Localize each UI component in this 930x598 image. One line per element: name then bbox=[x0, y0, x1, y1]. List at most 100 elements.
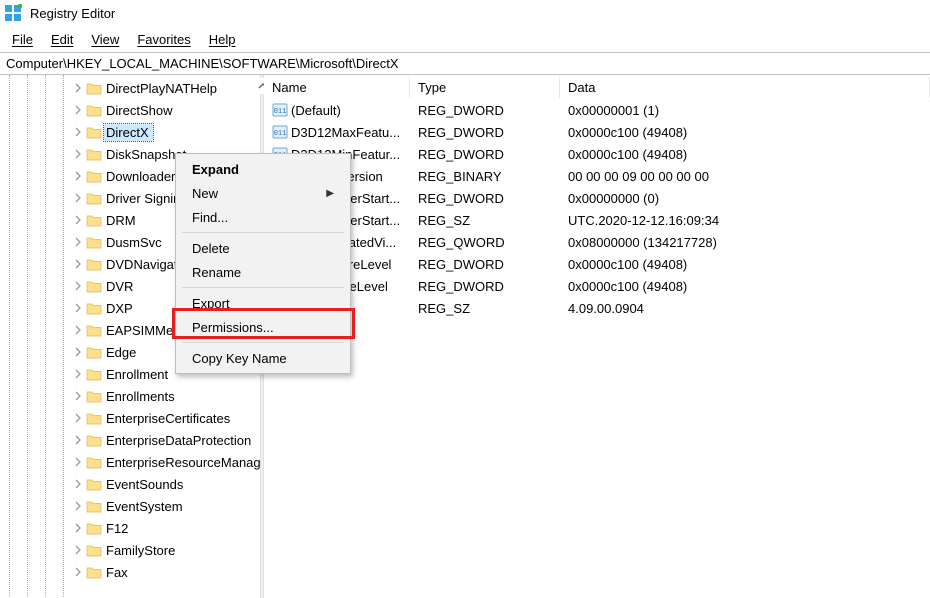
ctx-find[interactable]: Find... bbox=[178, 205, 348, 229]
tree-item[interactable]: DirectShow bbox=[0, 99, 260, 121]
chevron-right-icon[interactable] bbox=[70, 521, 84, 535]
menu-file[interactable]: File bbox=[4, 30, 41, 49]
tree-item[interactable]: F12 bbox=[0, 517, 260, 539]
chevron-right-icon[interactable] bbox=[70, 433, 84, 447]
folder-icon bbox=[86, 499, 102, 513]
ctx-new[interactable]: New▶ bbox=[178, 181, 348, 205]
col-name[interactable]: Name bbox=[264, 77, 410, 98]
tree-label: Enrollments bbox=[104, 388, 179, 405]
menu-view[interactable]: View bbox=[83, 30, 127, 49]
value-data: 00 00 00 09 00 00 00 00 bbox=[560, 167, 930, 186]
chevron-right-icon[interactable] bbox=[70, 169, 84, 183]
ctx-permissions[interactable]: Permissions... bbox=[178, 315, 348, 339]
ctx-expand[interactable]: Expand bbox=[178, 157, 348, 181]
tree-item[interactable]: Enrollments bbox=[0, 385, 260, 407]
tree-label: EnterpriseResourceManager bbox=[104, 454, 260, 471]
folder-icon bbox=[86, 81, 102, 95]
chevron-right-icon[interactable] bbox=[70, 367, 84, 381]
list-row[interactable]: D3D12MinFeatur...REG_DWORD0x0000c100 (49… bbox=[264, 143, 930, 165]
chevron-right-icon[interactable] bbox=[70, 323, 84, 337]
folder-icon bbox=[86, 125, 102, 139]
chevron-right-icon[interactable] bbox=[70, 147, 84, 161]
value-type: REG_DWORD bbox=[410, 123, 560, 142]
folder-icon bbox=[86, 323, 102, 337]
menu-edit[interactable]: Edit bbox=[43, 30, 81, 49]
tree-label: Edge bbox=[104, 344, 140, 361]
value-data: 0x00000001 (1) bbox=[560, 101, 930, 120]
list-row[interactable]: MaxFeatureLevelREG_DWORD0x0000c100 (4940… bbox=[264, 253, 930, 275]
tree-item[interactable]: FamilyStore bbox=[0, 539, 260, 561]
app-title: Registry Editor bbox=[30, 6, 115, 21]
chevron-right-icon[interactable] bbox=[70, 103, 84, 117]
chevron-right-icon[interactable] bbox=[70, 565, 84, 579]
tree-item[interactable]: DirectX bbox=[0, 121, 260, 143]
value-name: (Default) bbox=[291, 103, 341, 118]
folder-icon bbox=[86, 477, 102, 491]
folder-icon bbox=[86, 147, 102, 161]
list-row[interactable]: LastUpdaterStart...REG_DWORD0x00000000 (… bbox=[264, 187, 930, 209]
chevron-right-icon[interactable] bbox=[70, 213, 84, 227]
chevron-right-icon[interactable] bbox=[70, 411, 84, 425]
list-row[interactable]: LastUpdaterStart...REG_SZUTC.2020-12-12.… bbox=[264, 209, 930, 231]
app-icon bbox=[4, 4, 22, 22]
chevron-right-icon[interactable] bbox=[70, 499, 84, 513]
tree-item[interactable]: Fax bbox=[0, 561, 260, 583]
value-data: 0x08000000 (134217728) bbox=[560, 233, 930, 252]
tree-item[interactable]: EnterpriseDataProtection bbox=[0, 429, 260, 451]
chevron-right-icon[interactable] bbox=[70, 125, 84, 139]
folder-icon bbox=[86, 301, 102, 315]
value-data: 0x0000c100 (49408) bbox=[560, 123, 930, 142]
list-row[interactable]: InstalledVersionREG_BINARY00 00 00 09 00… bbox=[264, 165, 930, 187]
chevron-right-icon[interactable] bbox=[70, 81, 84, 95]
folder-icon bbox=[86, 367, 102, 381]
ctx-export[interactable]: Export bbox=[178, 291, 348, 315]
folder-icon bbox=[86, 235, 102, 249]
tree-item[interactable]: EnterpriseCertificates bbox=[0, 407, 260, 429]
tree-label: EnterpriseDataProtection bbox=[104, 432, 255, 449]
tree-label: DusmSvc bbox=[104, 234, 166, 251]
list-pane[interactable]: Name Type Data (Default)REG_DWORD0x00000… bbox=[264, 75, 930, 598]
ctx-rename[interactable]: Rename bbox=[178, 260, 348, 284]
folder-icon bbox=[86, 565, 102, 579]
chevron-right-icon[interactable] bbox=[70, 235, 84, 249]
tree-item[interactable]: DirectPlayNATHelp bbox=[0, 77, 260, 99]
list-row[interactable]: D3D12MaxFeatu...REG_DWORD0x0000c100 (494… bbox=[264, 121, 930, 143]
list-row[interactable]: VersionREG_SZ4.09.00.0904 bbox=[264, 297, 930, 319]
col-data[interactable]: Data bbox=[560, 77, 930, 98]
menu-favorites[interactable]: Favorites bbox=[129, 30, 198, 49]
tree-label: DirectPlayNATHelp bbox=[104, 80, 221, 97]
folder-icon bbox=[86, 433, 102, 447]
chevron-right-icon[interactable] bbox=[70, 301, 84, 315]
chevron-right-icon[interactable] bbox=[70, 191, 84, 205]
list-row[interactable]: MinFeatureLevelREG_DWORD0x0000c100 (4940… bbox=[264, 275, 930, 297]
tree-label: Downloader bbox=[104, 168, 179, 185]
value-data: UTC.2020-12-12.16:09:34 bbox=[560, 211, 930, 230]
ctx-copy-key-name[interactable]: Copy Key Name bbox=[178, 346, 348, 370]
list-row[interactable]: (Default)REG_DWORD0x00000001 (1) bbox=[264, 99, 930, 121]
tree-label: DVR bbox=[104, 278, 137, 295]
tree-item[interactable]: EventSystem bbox=[0, 495, 260, 517]
ctx-delete[interactable]: Delete bbox=[178, 236, 348, 260]
value-type: REG_SZ bbox=[410, 299, 560, 318]
col-type[interactable]: Type bbox=[410, 77, 560, 98]
list-row[interactable]: MaxDedicatedVi...REG_QWORD0x08000000 (13… bbox=[264, 231, 930, 253]
folder-icon bbox=[86, 411, 102, 425]
value-icon bbox=[272, 124, 288, 140]
ctx-separator bbox=[182, 232, 344, 233]
tree-label: F12 bbox=[104, 520, 132, 537]
tree-label: DXP bbox=[104, 300, 137, 317]
chevron-right-icon[interactable] bbox=[70, 477, 84, 491]
folder-icon bbox=[86, 257, 102, 271]
address-bar[interactable]: Computer\HKEY_LOCAL_MACHINE\SOFTWARE\Mic… bbox=[0, 52, 930, 75]
tree-item[interactable]: EventSounds bbox=[0, 473, 260, 495]
value-type: REG_DWORD bbox=[410, 255, 560, 274]
chevron-right-icon[interactable] bbox=[70, 455, 84, 469]
chevron-right-icon[interactable] bbox=[70, 543, 84, 557]
chevron-right-icon[interactable] bbox=[70, 389, 84, 403]
chevron-right-icon[interactable] bbox=[70, 345, 84, 359]
value-data: 4.09.00.0904 bbox=[560, 299, 930, 318]
chevron-right-icon[interactable] bbox=[70, 257, 84, 271]
tree-item[interactable]: EnterpriseResourceManager bbox=[0, 451, 260, 473]
menu-help[interactable]: Help bbox=[201, 30, 244, 49]
chevron-right-icon[interactable] bbox=[70, 279, 84, 293]
